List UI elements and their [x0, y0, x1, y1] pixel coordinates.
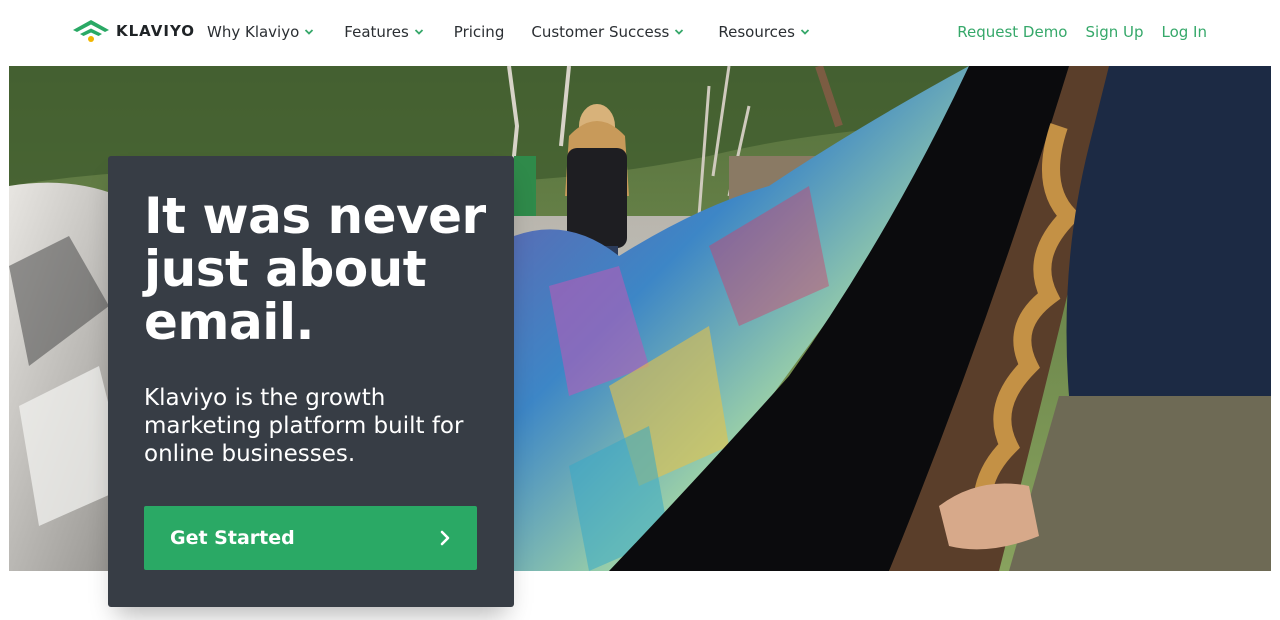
klaviyo-logo[interactable]: KLAVIYO [72, 17, 195, 45]
request-demo-link[interactable]: Request Demo [957, 23, 1067, 41]
account-links: Request Demo Sign Up Log In [957, 20, 1207, 44]
nav-item-customer-success[interactable]: Customer Success [531, 23, 684, 41]
get-started-button[interactable]: Get Started [144, 506, 477, 570]
hero-headline: It was never just about email. [144, 187, 486, 351]
top-navigation: KLAVIYO Why Klaviyo Features Pricing Cus… [0, 0, 1280, 64]
nav-item-pricing[interactable]: Pricing [454, 23, 505, 41]
nav-item-resources[interactable]: Resources [718, 23, 810, 41]
nav-item-label: Resources [718, 23, 795, 41]
nav-item-label: Customer Success [531, 23, 670, 41]
sign-up-link[interactable]: Sign Up [1086, 23, 1144, 41]
chevron-down-icon [800, 27, 810, 37]
nav-item-label: Features [344, 23, 409, 41]
get-started-label: Get Started [170, 527, 295, 549]
nav-item-label: Pricing [453, 23, 505, 41]
log-in-link[interactable]: Log In [1162, 23, 1208, 41]
hero-card: It was never just about email. Klaviyo i… [108, 156, 514, 607]
hero-subheadline: Klaviyo is the growth marketing platform… [144, 385, 464, 467]
brand-name: KLAVIYO [116, 22, 196, 40]
nav-item-why-klaviyo[interactable]: Why Klaviyo [207, 23, 314, 41]
chevron-right-icon [439, 530, 451, 546]
chevron-down-icon [414, 27, 424, 37]
chevron-down-icon [674, 27, 684, 37]
chevron-down-icon [304, 27, 314, 37]
klaviyo-signal-icon [72, 18, 110, 44]
nav-item-features[interactable]: Features [344, 23, 424, 41]
main-menu: Why Klaviyo Features Pricing Customer Su… [207, 20, 810, 44]
nav-item-label: Why Klaviyo [207, 23, 300, 41]
